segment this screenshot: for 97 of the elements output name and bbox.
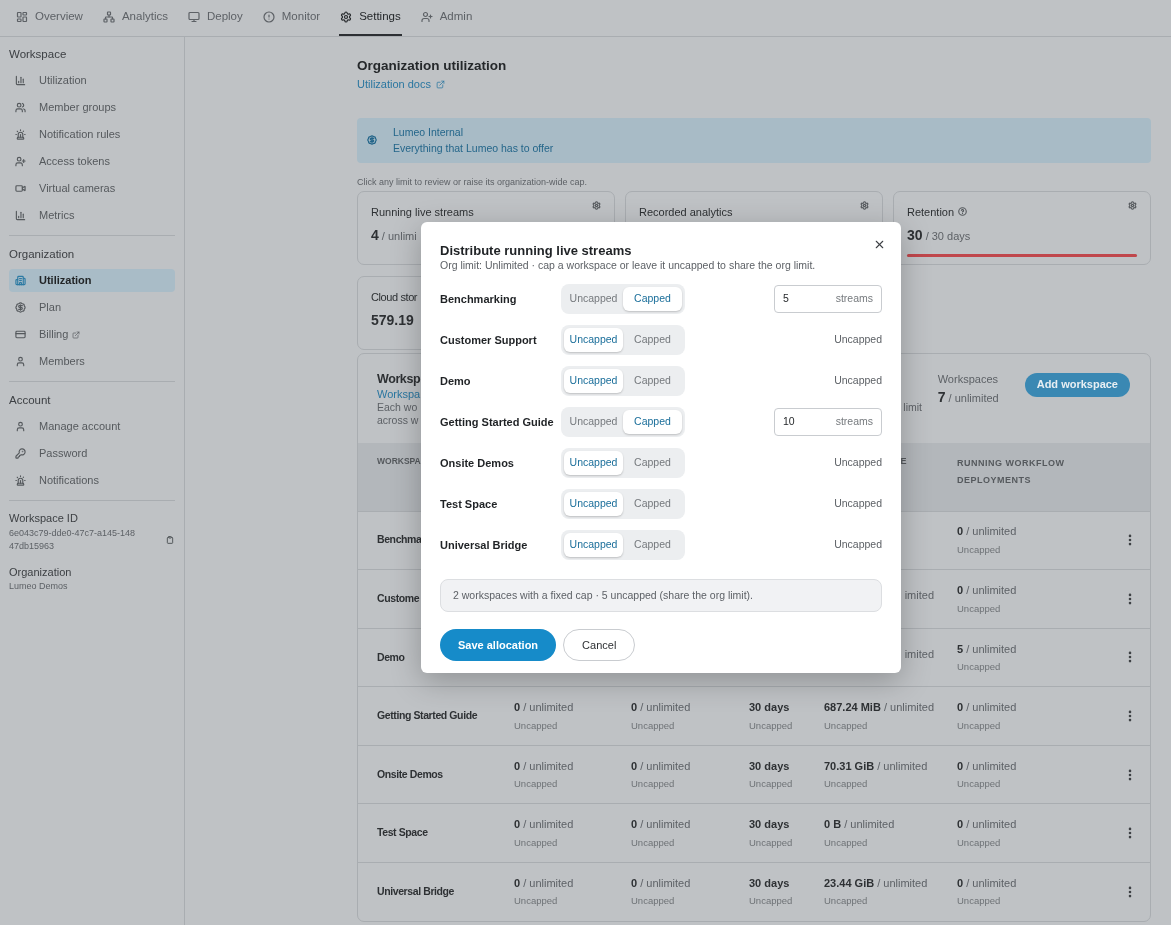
workspace-name: Custome bbox=[377, 591, 420, 606]
cap-status: Uncapped bbox=[514, 835, 559, 850]
workspace-name: Getting Started Guide bbox=[377, 708, 478, 724]
dialog-subtitle: Org limit: Unlimited · cap a workspace or leave it uncapped to share the org limit. bbox=[440, 259, 817, 272]
table-cell-text: 0 / unlimited bbox=[514, 817, 575, 833]
cap-status: Uncapped bbox=[824, 894, 869, 909]
table-cell-text: 0 / unlimited bbox=[957, 817, 1018, 833]
count-label: Workspaces bbox=[937, 371, 999, 387]
table-cell-text: 0 / unlimited bbox=[514, 758, 575, 774]
workspace-name: Onsite Demos bbox=[377, 766, 443, 782]
table-cell-text: 30 days bbox=[749, 758, 791, 774]
column-header: E bbox=[900, 454, 907, 468]
workspace-id-label: Workspace ID bbox=[9, 511, 79, 526]
table-cell-text: 5 / unlimited bbox=[957, 641, 1018, 657]
cap-status: Uncapped bbox=[631, 835, 676, 850]
workspace-name: Getting Started Guide bbox=[440, 414, 555, 430]
cap-status: Uncapped bbox=[957, 718, 1002, 733]
cap-status: Uncapped bbox=[749, 835, 794, 850]
table-cell-text: 30 days bbox=[749, 817, 791, 833]
workspace-name: Universal Bridge bbox=[440, 537, 529, 553]
cap-status: Uncapped bbox=[834, 373, 882, 389]
description-text: across w bbox=[377, 413, 419, 427]
cap-status: Uncapped bbox=[514, 777, 559, 792]
table-cell-text: imited bbox=[904, 588, 934, 604]
page-title: Organization utilization bbox=[357, 58, 508, 74]
description-text: Each wo bbox=[377, 400, 419, 414]
table-cell-text: 0 / unlimited bbox=[957, 758, 1018, 774]
cap-status: Uncapped bbox=[824, 718, 869, 733]
workspace-name: Benchma bbox=[377, 532, 422, 548]
cap-status: Uncapped bbox=[631, 894, 676, 909]
cap-status: Uncapped bbox=[957, 542, 1002, 557]
cap-status: Uncapped bbox=[631, 718, 676, 733]
cap-status: Uncapped bbox=[957, 835, 1002, 850]
cap-status: Uncapped bbox=[834, 537, 882, 553]
card-title: Retention bbox=[907, 204, 955, 220]
workspace-name: Test Space bbox=[440, 496, 499, 512]
column-header: RUNNING WORKFLOW DEPLOYMENTS bbox=[957, 456, 1066, 487]
cap-status: Uncapped bbox=[749, 718, 794, 733]
table-cell-text: 0 / unlimited bbox=[957, 876, 1018, 891]
table-cell-text: 0 / unlimited bbox=[514, 700, 575, 716]
column-header: WORKSPA bbox=[377, 455, 421, 466]
cap-status: Uncapped bbox=[957, 660, 1002, 675]
plan-description: Everything that Lumeo has to offer bbox=[393, 141, 554, 156]
card-title: Cloud stor bbox=[371, 289, 418, 305]
workspace-name: Universal Bridge bbox=[377, 884, 455, 899]
workspace-name: Test Space bbox=[377, 825, 428, 841]
cap-status: Uncapped bbox=[631, 777, 676, 792]
workspace-name: Demo bbox=[377, 649, 405, 665]
table-cell-text: 0 / unlimited bbox=[631, 700, 692, 716]
cap-status: Uncapped bbox=[749, 777, 794, 792]
table-cell-text: 0 / unlimited bbox=[957, 524, 1018, 540]
table-cell-text: 0 B / unlimited bbox=[824, 817, 896, 833]
workspace-count: 7 / unlimited bbox=[937, 388, 999, 407]
cap-status: Uncapped bbox=[834, 455, 882, 471]
table-cell-text: 70.31 GiB / unlimited bbox=[824, 758, 929, 774]
table-cell-text: 23.44 GiB / unlimited bbox=[824, 876, 929, 891]
organization-label: Organization bbox=[9, 564, 73, 580]
workspace-name: Demo bbox=[440, 373, 472, 389]
cap-status: Uncapped bbox=[834, 332, 882, 348]
allocation-summary: 2 workspaces with a fixed cap · 5 uncapped (share the org limit). bbox=[440, 579, 882, 612]
cap-status: Uncapped bbox=[824, 777, 869, 792]
cap-status: Uncapped bbox=[957, 777, 1002, 792]
table-cell-text: 30 days bbox=[749, 700, 791, 716]
description-text: limit bbox=[903, 400, 922, 415]
card-title: Recorded analytics bbox=[639, 204, 733, 220]
section-heading: Account bbox=[9, 393, 52, 409]
workspace-name: Customer Support bbox=[440, 332, 538, 348]
organization-name: Lumeo Demos bbox=[9, 580, 69, 593]
cap-status: Uncapped bbox=[514, 718, 559, 733]
section-title: Worksp bbox=[377, 370, 421, 387]
table-cell-text: 0 / unlimited bbox=[631, 758, 692, 774]
table-cell-text: 0 / unlimited bbox=[514, 876, 575, 891]
workspace-name: Benchmarking bbox=[440, 291, 518, 307]
table-cell-text: imited bbox=[904, 646, 934, 662]
card-title: Running live streams bbox=[371, 204, 474, 220]
dialog-title: Distribute running live streams bbox=[440, 243, 633, 259]
cap-status: Uncapped bbox=[957, 601, 1002, 616]
table-cell-text: 0 / unlimited bbox=[957, 700, 1018, 716]
section-heading: Organization bbox=[9, 247, 76, 263]
card-value: 30 / 30 days bbox=[907, 226, 972, 245]
table-cell-text: 0 / unlimited bbox=[631, 817, 692, 833]
hint-text: Click any limit to review or raise its organization-wide cap. bbox=[357, 175, 589, 188]
table-cell-text: 30 days bbox=[749, 876, 791, 891]
table-cell-text: 0 / unlimited bbox=[631, 876, 692, 891]
table-cell-text: 687.24 MiB / unlimited bbox=[824, 700, 936, 716]
table-cell-text: 0 / unlimited bbox=[957, 583, 1018, 598]
cap-status: Uncapped bbox=[957, 894, 1002, 909]
workspace-name: Onsite Demos bbox=[440, 455, 515, 471]
workspace-id: 6e043c79-dde0-47c7-a145-14847db15963 bbox=[9, 526, 137, 553]
plan-name: Lumeo Internal bbox=[393, 125, 465, 140]
cap-status: Uncapped bbox=[514, 894, 559, 909]
section-heading: Workspace bbox=[9, 47, 68, 63]
cap-status: Uncapped bbox=[834, 496, 882, 512]
cap-status: Uncapped bbox=[824, 835, 869, 850]
card-value: 579.19 bbox=[371, 311, 415, 330]
card-value: 4 / unlimi bbox=[371, 226, 418, 245]
cap-status: Uncapped bbox=[749, 894, 794, 909]
